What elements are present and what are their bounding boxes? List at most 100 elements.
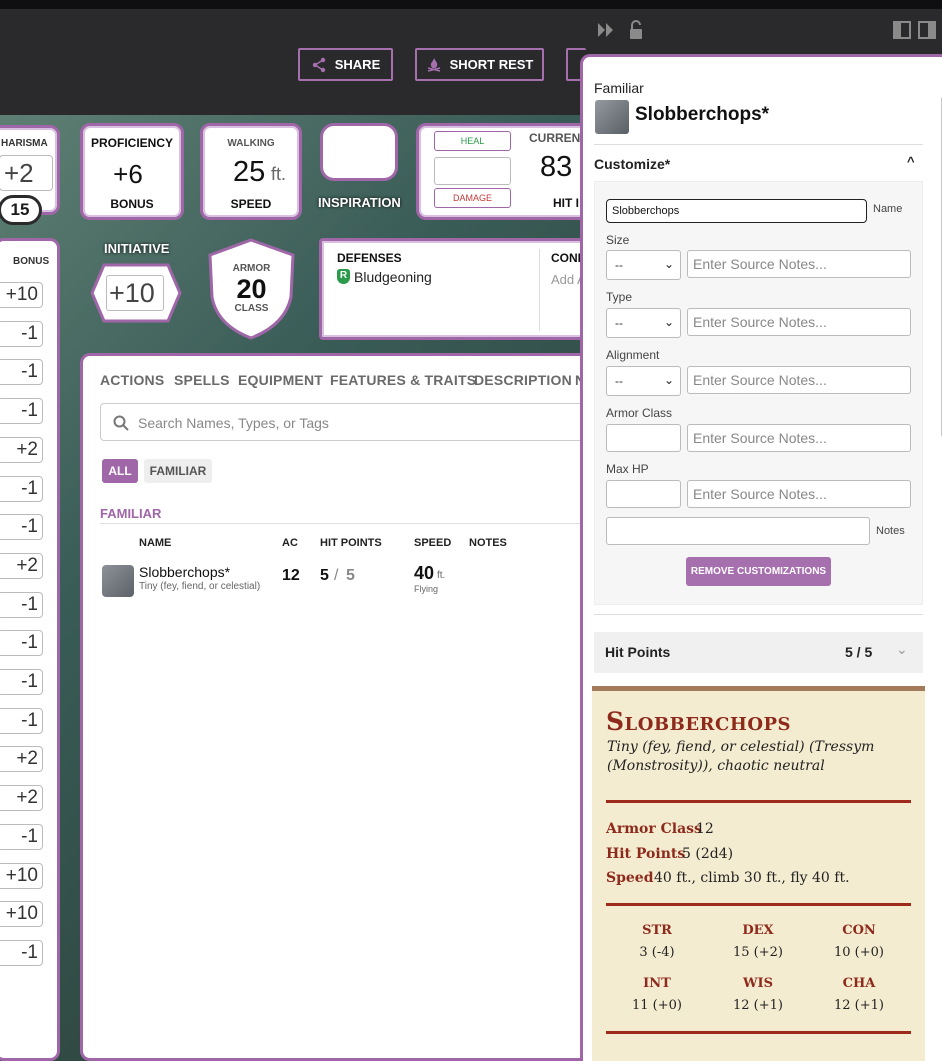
customize-title: Customize* — [594, 156, 671, 172]
initiative-label: INITIATIVE — [104, 241, 170, 256]
table-row[interactable]: Slobberchops* Tiny (fey, fiend, or celes… — [100, 561, 590, 601]
tab-actions[interactable]: ACTIONS — [100, 372, 164, 388]
skill-bonus[interactable]: -1 — [0, 320, 43, 347]
type-source-notes[interactable]: Enter Source Notes... — [687, 308, 911, 336]
armor-class-source-notes[interactable]: Enter Source Notes... — [687, 424, 911, 452]
skill-bonus[interactable]: -1 — [0, 669, 43, 695]
collapse-panel-icon[interactable] — [596, 20, 616, 40]
skill-bonus[interactable]: -1 — [0, 630, 43, 657]
familiar-hp-separator: / — [334, 567, 339, 584]
search-box[interactable]: Search Names, Types, or Tags — [100, 403, 590, 441]
statblock-meta-1: Tiny (fey, fiend, or celestial) (Tressym — [607, 739, 875, 755]
statblock-name: Slobberchops — [606, 707, 792, 736]
ability-dex-value: 15 (+2) — [733, 945, 783, 960]
skill-bonus[interactable]: -1 — [0, 591, 43, 618]
damage-button[interactable]: DAMAGE — [434, 188, 511, 208]
search-icon — [113, 415, 129, 431]
armor-value: 20 — [236, 274, 267, 304]
col-notes: NOTES — [469, 537, 507, 549]
familiar-speed-type: Flying — [414, 584, 439, 594]
customize-collapse-icon[interactable]: ^ — [907, 154, 915, 169]
tab-equipment[interactable]: EQUIPMENT — [238, 372, 323, 388]
skill-bonus[interactable]: -1 — [0, 707, 43, 734]
unlock-icon[interactable] — [628, 20, 644, 40]
skill-bonus[interactable]: +2 — [0, 552, 43, 579]
defenses-label: DEFENSES — [337, 251, 402, 265]
hit-points-section[interactable]: Hit Points 5 / 5 ⌄ — [594, 632, 923, 673]
skill-bonus[interactable]: +10 — [0, 901, 43, 928]
filter-all[interactable]: ALL — [102, 459, 138, 483]
skill-bonus[interactable]: +2 — [0, 746, 43, 773]
armor-class-input[interactable] — [606, 424, 681, 452]
short-rest-button[interactable]: SHORT REST — [415, 48, 544, 81]
inspiration-toggle[interactable] — [320, 123, 398, 181]
walking-value: 25 — [233, 156, 266, 188]
proficiency-value: +6 — [113, 159, 143, 189]
hp-adjust-input[interactable] — [434, 157, 511, 185]
familiar-speed: 40 — [414, 563, 435, 583]
notes-input[interactable] — [606, 517, 870, 545]
alignment-source-notes[interactable]: Enter Source Notes... — [687, 366, 911, 394]
skill-bonus[interactable]: -1 — [0, 514, 43, 541]
tab-spells[interactable]: SPELLS — [174, 372, 230, 388]
panel-avatar — [595, 100, 629, 134]
ability-str-label: STR — [642, 923, 672, 938]
hp-section-label: Hit Points — [605, 644, 671, 660]
chevron-down-icon[interactable]: ⌄ — [896, 641, 908, 658]
resistance-icon: R — [337, 269, 350, 284]
skill-bonus[interactable]: -1 — [0, 823, 43, 850]
size-select[interactable]: -- ⌄ — [606, 250, 681, 280]
skill-bonus[interactable]: +2 — [0, 436, 43, 463]
familiar-hp-current: 5 — [320, 567, 329, 584]
initiative-box[interactable]: +10 — [90, 263, 182, 323]
ability-con-value: 10 (+0) — [834, 945, 884, 960]
type-select[interactable]: -- ⌄ — [606, 308, 681, 338]
defenses-divider — [539, 249, 540, 331]
skill-bonus[interactable]: +10 — [0, 862, 43, 889]
skill-bonus[interactable]: -1 — [0, 939, 43, 966]
speed-label: SPEED — [230, 197, 272, 211]
max-hp-source-notes[interactable]: Enter Source Notes... — [687, 480, 911, 508]
ability-wis-label: WIS — [742, 976, 774, 991]
skill-bonus[interactable]: -1 — [0, 359, 43, 386]
col-name: NAME — [139, 537, 172, 549]
tab-description[interactable]: DESCRIPTION — [474, 372, 572, 388]
skill-bonus[interactable]: +2 — [0, 785, 43, 812]
filter-familiar[interactable]: FAMILIAR — [144, 459, 212, 483]
skills-bonus-header: BONUS — [13, 256, 50, 267]
statblock-speed-value: 40 ft., climb 30 ft., fly 40 ft. — [654, 870, 850, 886]
max-hp-input[interactable] — [606, 480, 681, 508]
skill-bonus[interactable]: +10 — [0, 282, 43, 308]
skill-bonus[interactable]: -1 — [0, 398, 43, 425]
name-input[interactable]: Slobberchops — [606, 199, 867, 223]
ability-dex-label: DEX — [742, 923, 774, 938]
section-divider — [100, 523, 590, 524]
familiar-name: Slobberchops* — [139, 564, 231, 580]
familiar-hp-max: 5 — [346, 567, 355, 584]
defenses-box[interactable]: DEFENSES R Bludgeoning COND Add A — [319, 238, 599, 340]
armor-class-shield: ARMOR 20 CLASS — [205, 237, 298, 341]
charisma-score: 15 — [0, 195, 42, 225]
layout-right-icon[interactable] — [918, 21, 936, 39]
remove-customizations-button[interactable]: REMOVE CUSTOMIZATIONS — [686, 557, 831, 586]
current-hp-value: 83 — [540, 151, 573, 183]
type-label: Type — [606, 290, 633, 304]
main-content: ACTIONS SPELLS EQUIPMENT FEATURES & TRAITS D… — [80, 353, 600, 1061]
ability-wis-value: 12 (+1) — [733, 998, 783, 1013]
heal-button[interactable]: HEAL — [434, 131, 511, 151]
max-hp-label: Max HP — [606, 462, 649, 476]
ability-cha-label: CHA — [842, 976, 876, 991]
tab-features-traits[interactable]: FEATURES & TRAITS — [330, 372, 476, 388]
chevron-down-icon: ⌄ — [663, 315, 674, 329]
share-button[interactable]: SHARE — [298, 48, 393, 81]
statblock-ac-label: Armor Class — [606, 821, 702, 837]
skill-bonus[interactable]: -1 — [0, 475, 43, 502]
chevron-down-icon: ⌄ — [663, 373, 674, 387]
size-source-notes[interactable]: Enter Source Notes... — [687, 250, 911, 278]
armor-label: ARMOR — [232, 263, 271, 274]
layout-left-icon[interactable] — [893, 21, 911, 39]
charisma-modifier: +2 — [0, 155, 53, 191]
alignment-select[interactable]: -- ⌄ — [606, 366, 681, 396]
statblock-hp-value: 5 (2d4) — [682, 846, 734, 862]
walking-label: WALKING — [227, 138, 275, 149]
